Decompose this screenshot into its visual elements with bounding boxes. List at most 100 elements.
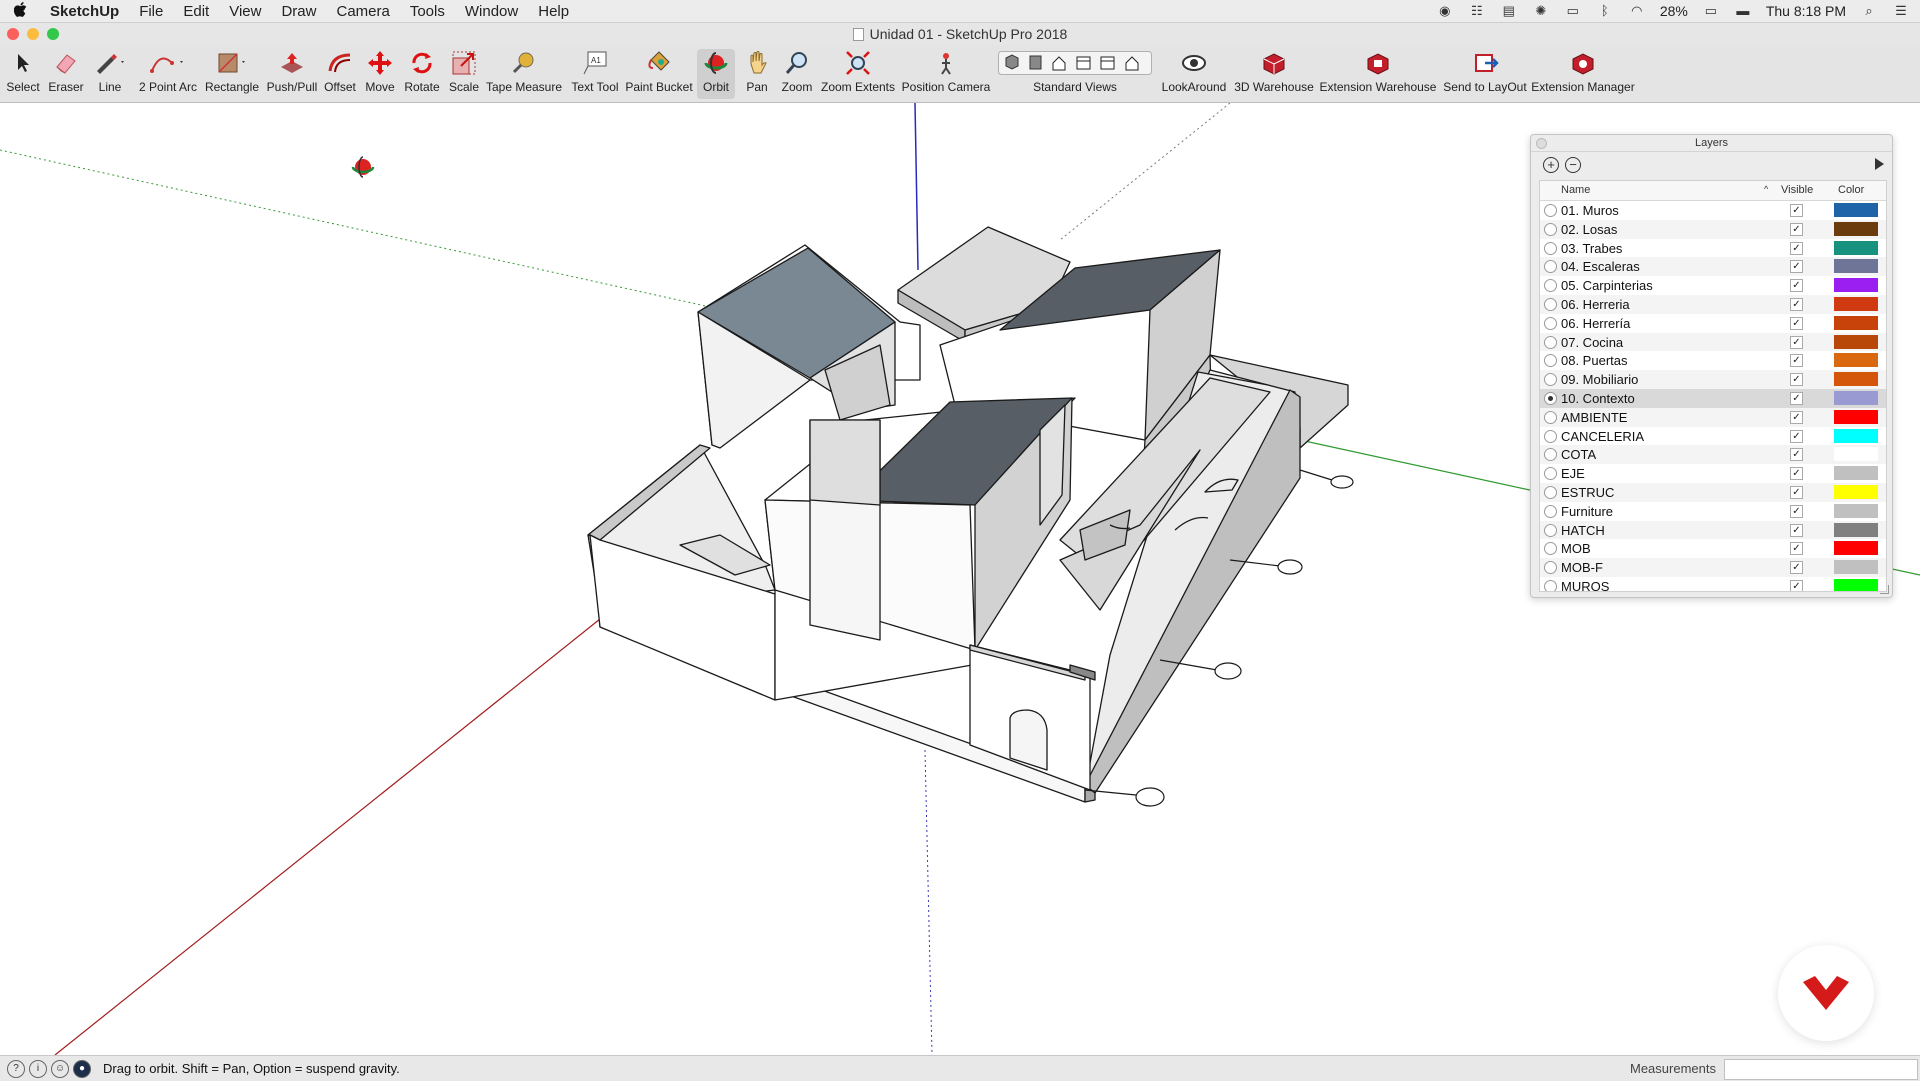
tool-scale[interactable]: Scale [448,49,480,99]
layer-name[interactable]: CANCELERIA [1561,429,1644,444]
iso-view-button[interactable] [1005,54,1019,70]
active-layer-radio[interactable] [1544,467,1557,481]
credits-icon[interactable]: i [29,1059,47,1078]
column-color[interactable]: Color [1838,184,1864,196]
layer-color-swatch[interactable] [1834,259,1878,274]
layer-row[interactable]: 01. Muros ✓ [1540,201,1886,220]
layer-name[interactable]: MOB [1561,541,1591,556]
active-layer-radio[interactable] [1544,316,1557,330]
layer-color-swatch[interactable] [1834,315,1878,330]
zoom-window-button[interactable] [47,28,59,40]
layer-visible-checkbox[interactable]: ✓ [1790,204,1803,217]
layer-color-swatch[interactable] [1834,484,1878,499]
layer-color-swatch[interactable] [1834,353,1878,368]
active-layer-radio[interactable] [1544,260,1557,274]
layer-row[interactable]: 08. Puertas ✓ [1540,351,1886,370]
tool-pan[interactable]: Pan [740,49,774,99]
layer-color-swatch[interactable] [1834,334,1878,349]
active-layer-radio[interactable] [1544,542,1557,556]
active-layer-radio[interactable] [1544,561,1557,575]
layer-visible-checkbox[interactable]: ✓ [1790,391,1803,405]
layer-color-swatch[interactable] [1834,372,1878,387]
layer-visible-checkbox[interactable]: ✓ [1790,316,1803,330]
delete-layer-button[interactable]: − [1565,157,1581,173]
layer-name[interactable]: AMBIENTE [1561,410,1627,425]
resize-grip-icon[interactable] [1880,585,1889,594]
active-layer-radio[interactable] [1544,523,1557,537]
tool-move[interactable]: Move [364,49,396,99]
layer-name[interactable]: 08. Puertas [1561,353,1628,368]
active-layer-radio[interactable] [1544,354,1557,368]
tool-push-pull[interactable]: Push/Pull [266,49,318,99]
layer-name[interactable]: 06. Herreria [1561,297,1630,312]
layer-name[interactable]: 06. Herrería [1561,316,1630,331]
layer-visible-checkbox[interactable]: ✓ [1790,335,1803,349]
layer-color-swatch[interactable] [1834,560,1878,575]
active-layer-radio[interactable] [1544,579,1557,591]
layers-panel-close-button[interactable] [1536,138,1547,149]
layer-color-swatch[interactable] [1834,278,1878,293]
instructor-icon[interactable]: ● [73,1059,91,1078]
layer-row[interactable]: COTA ✓ [1540,445,1886,465]
active-layer-radio[interactable] [1544,410,1557,424]
model-viewport[interactable]: Layers + − Name ^ Visible Color 01. Muro… [0,103,1920,1055]
layer-row[interactable]: MOB-F ✓ [1540,558,1886,577]
layer-row[interactable]: HATCH ✓ [1540,520,1886,540]
active-layer-radio[interactable] [1544,429,1557,443]
tool-tape-measure[interactable]: Tape Measure [486,49,562,99]
tool-extension-warehouse[interactable]: Extension Warehouse [1320,49,1436,99]
active-layer-radio[interactable] [1544,279,1557,293]
layer-row[interactable]: 06. Herreria ✓ [1540,294,1886,314]
column-visible[interactable]: Visible [1781,184,1813,196]
layer-row[interactable]: MUROS ✓ [1540,577,1886,591]
layer-name[interactable]: 03. Trabes [1561,241,1622,256]
layer-row[interactable]: CANCELERIA ✓ [1540,427,1886,446]
layer-row[interactable]: 04. Escaleras ✓ [1540,257,1886,277]
layer-color-swatch[interactable] [1834,541,1878,556]
tool-eraser[interactable]: Eraser [46,49,86,99]
layer-row[interactable]: 06. Herrería ✓ [1540,314,1886,333]
layer-visible-checkbox[interactable]: ✓ [1790,485,1803,499]
active-layer-radio[interactable] [1544,391,1557,405]
sliders-icon[interactable]: ☷ [1468,4,1486,18]
layer-name[interactable]: 02. Losas [1561,222,1617,237]
add-layer-button[interactable]: + [1543,157,1559,173]
tool-paint-bucket[interactable]: Paint Bucket [625,49,693,99]
clock[interactable]: Thu 8:18 PM [1766,3,1846,19]
layer-visible-checkbox[interactable]: ✓ [1790,297,1803,311]
layer-visible-checkbox[interactable]: ✓ [1790,429,1803,443]
user-account-icon[interactable]: ☺ [51,1059,69,1078]
tool-position-camera[interactable]: Position Camera [900,49,992,99]
layer-color-swatch[interactable] [1834,221,1878,236]
layer-name[interactable]: EJE [1561,466,1585,481]
layer-color-swatch[interactable] [1834,503,1878,518]
layer-color-swatch[interactable] [1834,409,1878,424]
tool-text[interactable]: A1 Text Tool [568,49,622,99]
globe-icon[interactable]: ✺ [1532,4,1550,18]
layer-color-swatch[interactable] [1834,522,1878,537]
record-icon[interactable]: ◉ [1436,4,1454,18]
layer-visible-checkbox[interactable]: ✓ [1790,260,1803,274]
layer-visible-checkbox[interactable]: ✓ [1790,504,1803,518]
layer-visible-checkbox[interactable]: ✓ [1790,222,1803,236]
top-view-button[interactable] [1029,55,1042,70]
layer-name[interactable]: HATCH [1561,523,1605,538]
layer-row[interactable]: Furniture ✓ [1540,502,1886,521]
layer-name[interactable]: 09. Mobiliario [1561,372,1638,387]
active-layer-radio[interactable] [1544,222,1557,236]
layer-color-swatch[interactable] [1834,296,1878,311]
active-layer-radio[interactable] [1544,241,1557,255]
back-view-button[interactable] [1100,56,1115,70]
menu-tools[interactable]: Tools [400,3,455,20]
sort-chevron-up-icon[interactable]: ^ [1764,184,1768,194]
menu-view[interactable]: View [219,3,271,20]
layer-row[interactable]: MOB ✓ [1540,539,1886,558]
menu-help[interactable]: Help [528,3,579,20]
tool-look-around[interactable]: LookAround [1160,49,1228,99]
bluetooth-icon[interactable]: ᛒ [1596,4,1614,18]
menu-file[interactable]: File [129,3,173,20]
active-layer-radio[interactable] [1544,448,1557,462]
active-layer-radio[interactable] [1544,297,1557,311]
layer-name[interactable]: ESTRUC [1561,485,1614,500]
layer-row[interactable]: 05. Carpinterias ✓ [1540,276,1886,295]
